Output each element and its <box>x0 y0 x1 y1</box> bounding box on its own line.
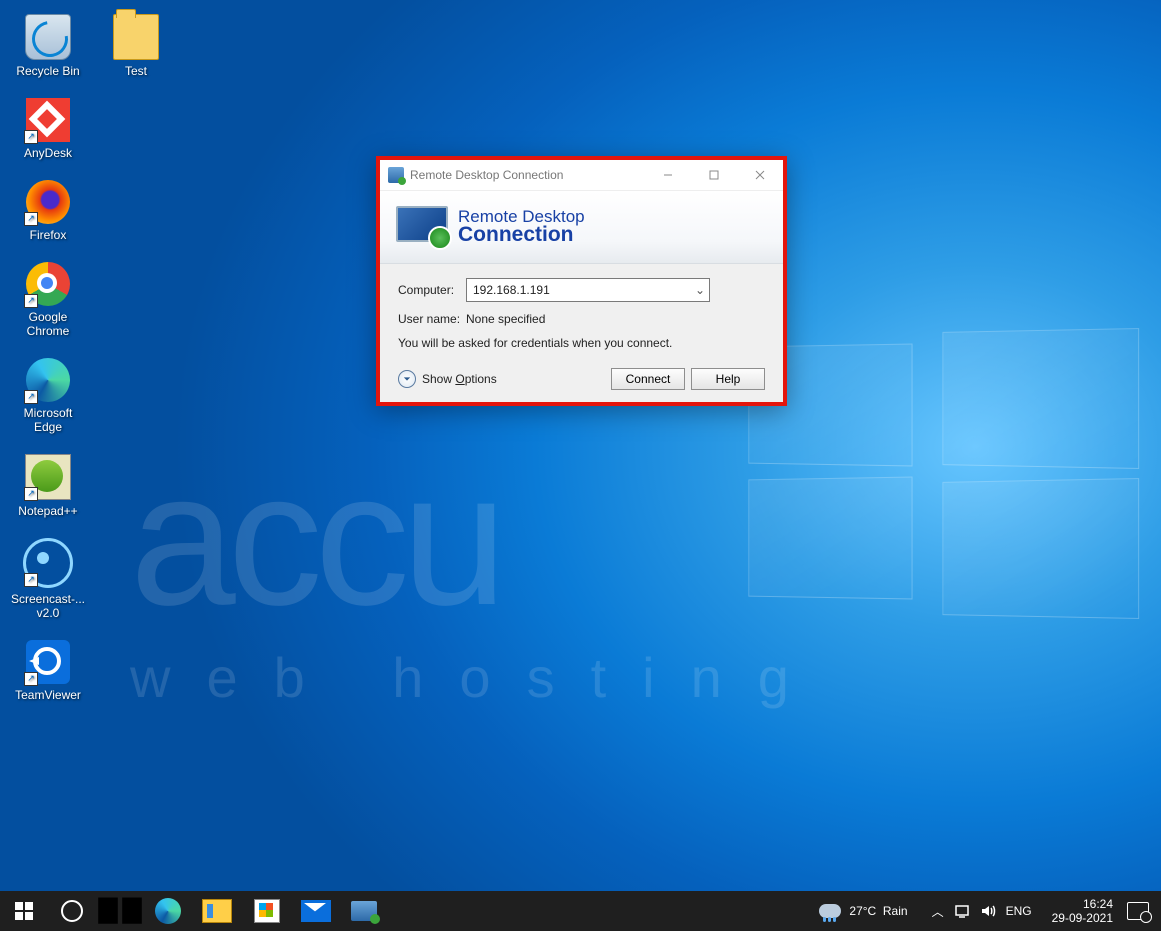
computer-combobox[interactable]: 192.168.1.191 ⌄ <box>466 278 710 302</box>
clock-time: 16:24 <box>1052 897 1113 911</box>
rdc-icon <box>388 167 404 183</box>
banner-line2: Connection <box>458 223 585 247</box>
computer-value: 192.168.1.191 <box>473 283 550 297</box>
icon-label: Microsoft Edge <box>10 406 86 434</box>
shortcut-arrow-icon: ↗ <box>24 672 38 686</box>
ico-edge: ↗ <box>26 358 70 402</box>
windows-logo-wallpaper <box>740 330 1160 630</box>
show-options-toggle[interactable]: Show Options <box>398 370 497 388</box>
desktop-icon-teamviewer[interactable]: ↗ TeamViewer <box>10 640 86 702</box>
ico-anydesk: ↗ <box>26 98 70 142</box>
computer-label: Computer: <box>398 283 466 297</box>
taskbar-store[interactable] <box>254 899 280 923</box>
task-view-button[interactable] <box>96 891 144 931</box>
monitor-icon <box>396 206 450 248</box>
tray-chevron-icon[interactable]: ︿ <box>932 903 944 920</box>
icon-label: AnyDesk <box>10 146 86 160</box>
desktop-icon-firefox[interactable]: ↗ Firefox <box>10 180 86 242</box>
icon-label: Screencast-... v2.0 <box>10 592 86 620</box>
search-icon <box>61 900 83 922</box>
shortcut-arrow-icon: ↗ <box>24 487 38 501</box>
weather-icon <box>819 904 841 918</box>
notification-center[interactable] <box>1127 902 1149 920</box>
close-button[interactable] <box>737 160 783 190</box>
icon-label: Firefox <box>10 228 86 242</box>
maximize-button[interactable] <box>691 160 737 190</box>
taskbar-rdc[interactable] <box>351 901 377 921</box>
desktop-icons: Recycle Bin ↗ AnyDesk ↗ Firefox ↗ Google Chrom… <box>10 14 86 722</box>
icon-label: Google Chrome <box>10 310 86 338</box>
ico-ff: ↗ <box>26 180 70 224</box>
taskbar-edge[interactable] <box>155 898 181 924</box>
icon-label: Test <box>98 64 174 78</box>
connect-button[interactable]: Connect <box>611 368 685 390</box>
watermark-accu: accu <box>130 430 499 648</box>
language-indicator[interactable]: ENG <box>1006 904 1032 918</box>
ico-npp: ↗ <box>25 454 71 500</box>
dialog-title-text: Remote Desktop Connection <box>410 168 563 182</box>
shortcut-arrow-icon: ↗ <box>24 390 38 404</box>
taskbar-mail[interactable] <box>301 900 331 922</box>
search-button[interactable] <box>48 891 96 931</box>
icon-label: Recycle Bin <box>10 64 86 78</box>
desktop-icon-google-chrome[interactable]: ↗ Google Chrome <box>10 262 86 338</box>
icon-label: Notepad++ <box>10 504 86 518</box>
watermark-sub: web hosting <box>130 645 825 710</box>
taskbar-file-explorer[interactable] <box>202 899 232 923</box>
desktop-icon-test[interactable]: Test <box>98 14 174 78</box>
start-button[interactable] <box>0 891 48 931</box>
shortcut-arrow-icon: ↗ <box>24 212 38 226</box>
chevron-down-icon: ⌄ <box>695 283 705 297</box>
taskbar-weather[interactable]: 27°C Rain <box>819 904 907 918</box>
shortcut-arrow-icon: ↗ <box>24 294 38 308</box>
taskbar-clock[interactable]: 16:24 29-09-2021 <box>1052 897 1113 925</box>
icon-label: TeamViewer <box>10 688 86 702</box>
ico-bin <box>25 14 71 60</box>
ico-chrome: ↗ <box>26 262 70 306</box>
remote-desktop-dialog: Remote Desktop Connection Remote Desktop… <box>376 156 787 406</box>
desktop-icon-recycle-bin[interactable]: Recycle Bin <box>10 14 86 78</box>
desktop[interactable]: accu web hosting Recycle Bin ↗ AnyDesk ↗ Fir… <box>0 0 1161 931</box>
desktop-icon-screencast-v2-0[interactable]: ↗ Screencast-... v2.0 <box>10 538 86 620</box>
volume-icon[interactable] <box>980 903 996 919</box>
username-label: User name: <box>398 312 466 326</box>
dialog-titlebar[interactable]: Remote Desktop Connection <box>380 160 783 191</box>
shortcut-arrow-icon: ↗ <box>24 130 38 144</box>
minimize-button[interactable] <box>645 160 691 190</box>
desktop-icon-microsoft-edge[interactable]: ↗ Microsoft Edge <box>10 358 86 434</box>
ico-tv: ↗ <box>26 640 70 684</box>
dialog-banner: Remote Desktop Connection <box>380 191 783 264</box>
ico-folder <box>113 14 159 60</box>
username-value: None specified <box>466 312 545 326</box>
desktop-icon-notepad-[interactable]: ↗ Notepad++ <box>10 454 86 518</box>
system-tray[interactable]: ︿ ENG <box>932 903 1032 920</box>
desktop-icon-anydesk[interactable]: ↗ AnyDesk <box>10 98 86 160</box>
ico-scast: ↗ <box>23 538 73 588</box>
credentials-hint: You will be asked for credentials when y… <box>398 336 765 350</box>
taskbar: 27°C Rain ︿ ENG 16:24 29-09-2021 <box>0 891 1161 931</box>
weather-temp: 27°C <box>849 904 876 918</box>
shortcut-arrow-icon: ↗ <box>24 573 38 587</box>
help-button[interactable]: Help <box>691 368 765 390</box>
weather-text: Rain <box>883 904 908 918</box>
clock-date: 29-09-2021 <box>1052 911 1113 925</box>
network-icon[interactable] <box>954 903 970 919</box>
